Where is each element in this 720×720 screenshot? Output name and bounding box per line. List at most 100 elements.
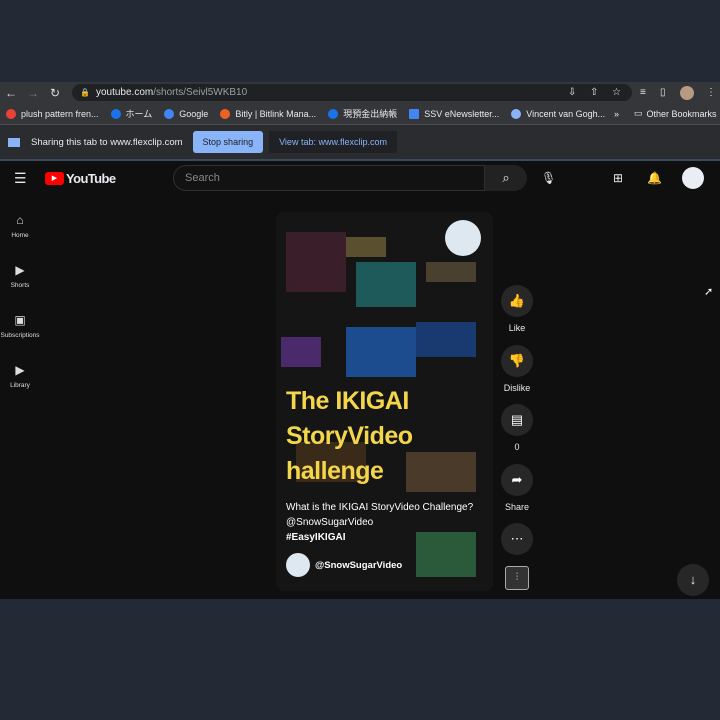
forward-icon[interactable]: → bbox=[22, 86, 44, 100]
bookmark[interactable]: plush pattern fren... bbox=[6, 108, 99, 119]
bookmark[interactable]: 現預金出納帳 bbox=[328, 107, 397, 120]
address-bar[interactable]: 🔒 youtube.com/shorts/Seivl5WKB10 ⇩ ⇧ ☆ bbox=[72, 84, 632, 101]
bookmarks-bar: plush pattern fren... ホーム Google Bitly |… bbox=[0, 103, 720, 125]
sidebar-label: Library bbox=[10, 382, 30, 389]
bookmark-label: 現預金出納帳 bbox=[343, 109, 398, 119]
video-tile bbox=[286, 232, 346, 292]
more-icon: ⋯ bbox=[501, 523, 533, 555]
favicon-icon bbox=[6, 108, 16, 119]
youtube-logo[interactable]: ▶ YouTube bbox=[45, 170, 116, 186]
cast-icon bbox=[8, 137, 20, 147]
mouse-cursor-icon: ➚ bbox=[704, 286, 714, 298]
youtube-header: ☰ ▶ YouTube Search ⌕ 🎙 ⊞ 🔔 bbox=[0, 161, 720, 195]
dislike-label: Dislike bbox=[503, 383, 531, 393]
sidepanel-icon[interactable]: ▯ bbox=[660, 87, 666, 98]
dislike-button[interactable]: 👎 Dislike bbox=[500, 345, 534, 393]
bookmark[interactable]: Google bbox=[164, 108, 208, 119]
view-tab-button[interactable]: View tab: www.flexclip.com bbox=[269, 131, 397, 153]
folder-icon: ▭ bbox=[634, 108, 643, 118]
sidebar-item-shorts[interactable]: ▶ Shorts bbox=[0, 263, 40, 289]
favicon-icon bbox=[328, 108, 339, 119]
bookmark-label: ホーム bbox=[125, 109, 153, 119]
comments-button[interactable]: ▤ 0 bbox=[500, 404, 534, 452]
back-icon[interactable]: ← bbox=[0, 86, 22, 100]
bell-icon[interactable]: 🔔 bbox=[647, 171, 662, 185]
bookmark[interactable]: ホーム bbox=[110, 107, 153, 120]
tab-sharing-bar: Sharing this tab to www.flexclip.com Sto… bbox=[0, 125, 720, 159]
logo-text: YouTube bbox=[66, 170, 116, 186]
favicon-icon bbox=[409, 108, 420, 119]
channel-row[interactable]: @SnowSugarVideo bbox=[286, 553, 486, 577]
video-title-overlay: The IKIGAI StoryVideo hallenge bbox=[286, 384, 413, 489]
more-bookmarks-button[interactable]: » bbox=[614, 109, 619, 119]
bookmark[interactable]: SSV eNewsletter... bbox=[409, 108, 499, 119]
hashtag-link[interactable]: #EasyIKIGAI bbox=[286, 532, 345, 543]
bookmark-label: Bitly | Bitlink Mana... bbox=[235, 108, 317, 119]
share-label: Share bbox=[504, 502, 530, 512]
hamburger-icon[interactable]: ☰ bbox=[14, 170, 27, 187]
mic-icon[interactable]: 🎙 bbox=[541, 171, 556, 185]
video-tile bbox=[416, 322, 476, 357]
title-line: The IKIGAI bbox=[286, 387, 409, 415]
reload-icon[interactable]: ↻ bbox=[44, 86, 66, 100]
other-bookmarks-label: Other Bookmarks bbox=[646, 108, 717, 119]
favicon-icon bbox=[220, 108, 231, 119]
title-line: StoryVideo bbox=[286, 422, 413, 450]
like-button[interactable]: 👍 Like bbox=[500, 285, 534, 333]
share-button[interactable]: ➦ Share bbox=[500, 464, 534, 512]
more-button[interactable]: ⋯ bbox=[500, 523, 534, 561]
home-icon: ⌂ bbox=[16, 213, 24, 227]
bookmark-label: Vincent van Gogh... bbox=[526, 108, 606, 119]
sound-button[interactable]: ⫶ bbox=[505, 566, 529, 590]
lock-icon: 🔒 bbox=[80, 88, 90, 97]
next-video-button[interactable]: ↓ bbox=[677, 564, 709, 596]
profile-avatar[interactable] bbox=[680, 85, 694, 100]
short-video-player[interactable]: The IKIGAI StoryVideo hallenge What is t… bbox=[276, 212, 493, 591]
favicon-icon bbox=[164, 108, 175, 119]
shorts-icon: ▶ bbox=[15, 263, 25, 277]
library-icon: ▶ bbox=[15, 363, 25, 377]
subscriptions-icon: ▣ bbox=[14, 313, 26, 327]
comment-count: 0 bbox=[514, 442, 520, 452]
share-icon[interactable]: ⇧ bbox=[590, 87, 598, 98]
video-tile bbox=[281, 337, 321, 367]
install-icon[interactable]: ⇩ bbox=[568, 87, 576, 98]
stop-sharing-button[interactable]: Stop sharing bbox=[192, 131, 264, 153]
other-bookmarks[interactable]: ▭ Other Bookmarks bbox=[634, 108, 717, 119]
star-icon[interactable]: ☆ bbox=[612, 87, 621, 98]
favicon-icon bbox=[511, 108, 522, 119]
bookmark[interactable]: Vincent van Gogh... bbox=[511, 108, 606, 119]
share-arrow-icon: ➦ bbox=[501, 464, 533, 496]
channel-name[interactable]: @SnowSugarVideo bbox=[315, 558, 402, 573]
thumbs-down-icon: 👎 bbox=[501, 345, 533, 377]
sidebar-label: Home bbox=[11, 232, 29, 239]
media-icon[interactable]: ≡ bbox=[640, 87, 646, 98]
caption-text: What is the IKIGAI StoryVideo Challenge?… bbox=[286, 502, 474, 528]
url-path: /shorts/Seivl5WKB10 bbox=[153, 87, 248, 98]
channel-avatar bbox=[286, 553, 310, 577]
video-tile bbox=[426, 262, 476, 282]
sharing-text: Sharing this tab to www.flexclip.com bbox=[31, 136, 183, 148]
bookmark-label: plush pattern fren... bbox=[21, 108, 99, 119]
youtube-page: ☰ ▶ YouTube Search ⌕ 🎙 ⊞ 🔔 ⌂ Home ▶ Shorts … bbox=[0, 159, 720, 599]
video-tile bbox=[346, 327, 416, 377]
sidebar-item-subscriptions[interactable]: ▣ Subscriptions bbox=[0, 313, 40, 339]
favicon-icon bbox=[110, 108, 121, 119]
account-avatar[interactable] bbox=[682, 167, 704, 189]
play-logo-icon: ▶ bbox=[45, 171, 64, 185]
sidebar-item-home[interactable]: ⌂ Home bbox=[0, 213, 40, 239]
video-caption: What is the IKIGAI StoryVideo Challenge?… bbox=[286, 500, 486, 577]
search-button[interactable]: ⌕ bbox=[485, 165, 527, 191]
menu-icon[interactable]: ⋮ bbox=[706, 87, 716, 98]
sidebar-label: Shorts bbox=[10, 282, 30, 289]
create-icon[interactable]: ⊞ bbox=[613, 171, 623, 185]
sidebar-label: Subscriptions bbox=[0, 332, 40, 339]
video-tile bbox=[356, 262, 416, 307]
video-tile bbox=[406, 452, 476, 492]
sidebar-item-library[interactable]: ▶ Library bbox=[0, 363, 40, 389]
bookmark[interactable]: Bitly | Bitlink Mana... bbox=[220, 108, 317, 119]
url-host: youtube.com bbox=[95, 87, 154, 98]
title-line: hallenge bbox=[286, 457, 384, 485]
search-input[interactable]: Search bbox=[173, 165, 485, 191]
thumbs-up-icon: 👍 bbox=[501, 285, 533, 317]
